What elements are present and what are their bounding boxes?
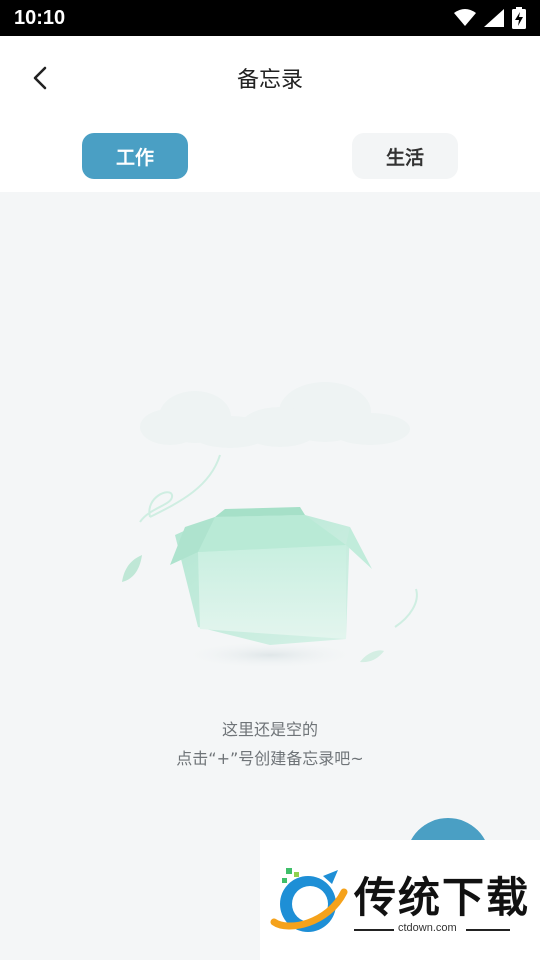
tab-life[interactable]: 生活 [352,133,458,179]
battery-charging-icon [512,7,526,29]
chevron-left-icon [33,66,47,90]
empty-state-hint: 点击“+”号创建备忘录吧~ [176,749,364,768]
watermark-brand: 传统下载 [354,873,531,922]
watermark: 传统下载 ctdown.com [260,840,540,960]
app-bar: 备忘录 [0,36,540,120]
status-bar: 10:10 [0,0,540,36]
signal-icon [484,9,504,27]
ctdown-logo [270,868,348,932]
watermark-rule-right [466,929,510,931]
page-title: 备忘录 [236,68,303,93]
box-shape [170,507,372,645]
wifi-icon [454,9,476,26]
tab-work[interactable]: 工作 [82,133,188,179]
back-button[interactable] [24,62,56,94]
watermark-url: ctdown.com [398,922,457,934]
tab-bar: 工作 生活 [0,120,540,192]
empty-state-title: 这里还是空的 [221,720,318,739]
cloud-shape [140,382,410,448]
status-icons [454,7,526,29]
empty-box-illustration [122,382,418,669]
watermark-rule-left [354,929,394,931]
status-time: 10:10 [14,6,66,29]
